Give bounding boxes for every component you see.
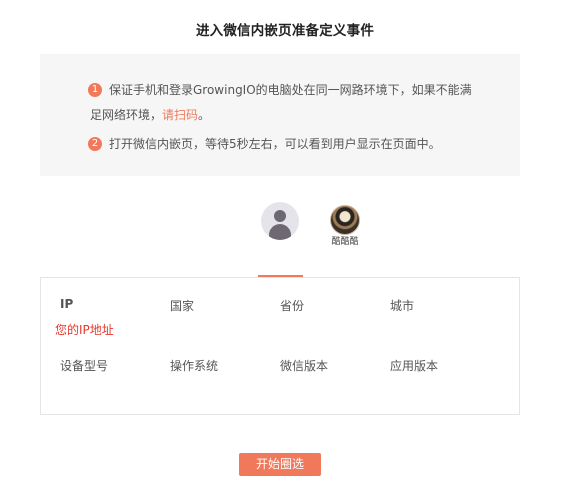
ip-label: IP bbox=[60, 297, 74, 311]
ip-value: 您的IP地址 bbox=[55, 323, 114, 337]
app-version-label: 应用版本 bbox=[390, 359, 439, 373]
user-name: 酷酷酷 bbox=[331, 237, 359, 247]
instruction-text: 。 bbox=[198, 108, 211, 122]
page-title: 进入微信内嵌页准备定义事件 bbox=[195, 23, 375, 39]
step-number-badge: 2 bbox=[88, 137, 102, 151]
instruction-text: 保证手机和登录GrowingIO的电脑处在同一网路环境下，如果不能满 bbox=[109, 83, 472, 97]
default-user-icon bbox=[261, 202, 299, 240]
device-model-label: 设备型号 bbox=[60, 359, 109, 373]
instructions-panel: 1 保证手机和登录GrowingIO的电脑处在同一网路环境下，如果不能满 足网络… bbox=[40, 54, 520, 176]
user-list: 酷酷酷 bbox=[0, 200, 570, 260]
country-label: 国家 bbox=[170, 299, 195, 313]
scan-qr-link[interactable]: 请扫码 bbox=[162, 108, 198, 122]
instruction-step-2: 2 打开微信内嵌页，等待5秒左右，可以看到用户显示在页面中。 bbox=[88, 132, 520, 157]
user-item-default[interactable] bbox=[259, 200, 301, 240]
province-label: 省份 bbox=[280, 299, 305, 313]
start-selection-button[interactable]: 开始圈选 bbox=[239, 453, 321, 476]
user-item-kukuku[interactable]: 酷酷酷 bbox=[327, 205, 363, 248]
instruction-text: 打开微信内嵌页，等待5秒左右，可以看到用户显示在页面中。 bbox=[109, 137, 441, 151]
os-label: 操作系统 bbox=[170, 359, 219, 373]
instruction-text: 足网络环境， bbox=[90, 108, 163, 122]
wechat-version-label: 微信版本 bbox=[280, 359, 329, 373]
step-number-badge: 1 bbox=[88, 83, 102, 97]
avatar bbox=[330, 205, 360, 235]
city-label: 城市 bbox=[390, 299, 415, 313]
instruction-step-1: 1 保证手机和登录GrowingIO的电脑处在同一网路环境下，如果不能满 足网络… bbox=[88, 78, 520, 128]
user-info-card: IP 国家 省份 城市 您的IP地址 设备型号 操作系统 微信版本 应用版本 bbox=[40, 277, 520, 415]
